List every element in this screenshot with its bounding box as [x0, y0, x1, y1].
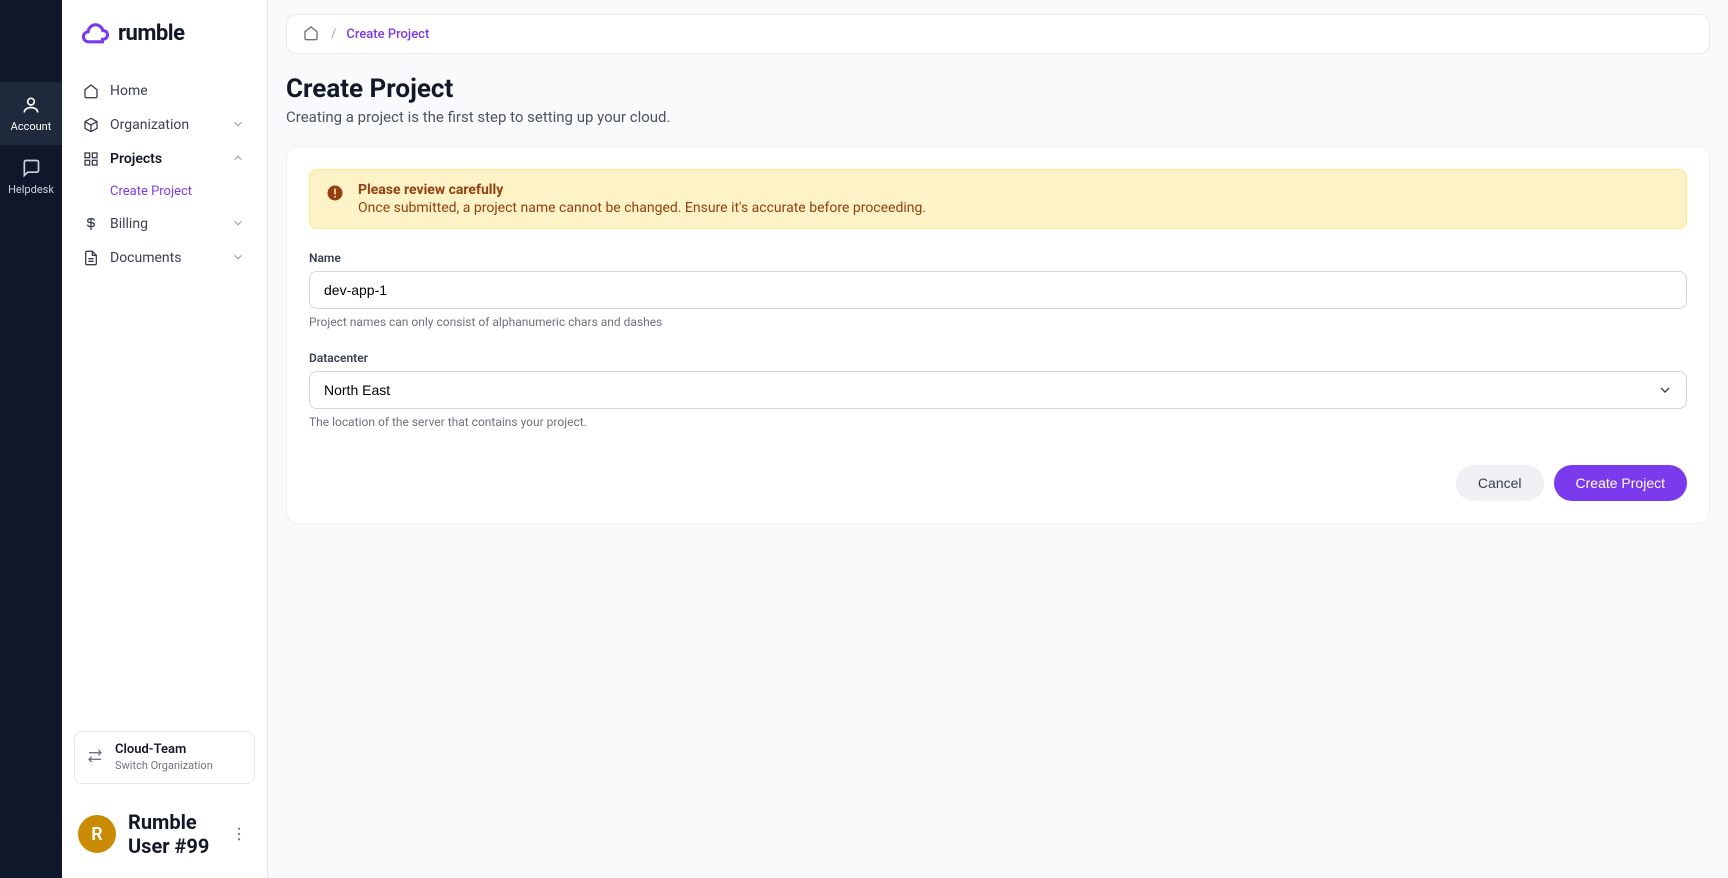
dots-vertical-icon — [230, 825, 248, 843]
alert-text: Once submitted, a project name cannot be… — [358, 200, 926, 216]
org-sub: Switch Organization — [115, 759, 213, 773]
user-name: Rumble User #99 — [128, 810, 215, 858]
breadcrumb-separator: / — [331, 27, 336, 42]
rail-item-helpdesk[interactable]: Helpdesk — [0, 145, 62, 208]
warning-alert: Please review carefully Once submitted, … — [309, 169, 1687, 229]
chevron-down-icon — [231, 117, 247, 133]
name-label: Name — [309, 251, 1687, 265]
breadcrumb-home[interactable] — [303, 25, 321, 43]
sidebar: rumble Home Organization Projects — [62, 0, 268, 878]
sidebar-item-label: Organization — [110, 117, 221, 133]
sidebar-item-label: Documents — [110, 250, 221, 266]
document-icon — [82, 249, 100, 267]
page-subtitle: Creating a project is the first step to … — [286, 108, 1710, 126]
alert-title: Please review carefully — [358, 182, 926, 198]
form-actions: Cancel Create Project — [309, 465, 1687, 501]
chevron-down-icon — [231, 250, 247, 266]
org-switcher-text: Cloud-Team Switch Organization — [115, 742, 213, 773]
sidebar-item-organization[interactable]: Organization — [74, 110, 255, 140]
cloud-icon — [80, 18, 110, 48]
chevron-down-icon — [231, 216, 247, 232]
home-icon — [303, 25, 319, 41]
rail-label-account: Account — [11, 120, 52, 133]
breadcrumb: / Create Project — [286, 14, 1710, 54]
rail-label-helpdesk: Helpdesk — [8, 183, 54, 196]
datacenter-label: Datacenter — [309, 351, 1687, 365]
avatar[interactable]: R — [78, 815, 116, 853]
sidebar-item-label: Home — [110, 83, 247, 99]
chevron-up-icon — [231, 151, 247, 167]
sidebar-spacer — [74, 273, 255, 731]
sidebar-item-projects[interactable]: Projects — [74, 144, 255, 174]
rail-item-account[interactable]: Account — [0, 82, 62, 145]
page-title: Create Project — [286, 74, 1710, 104]
breadcrumb-current[interactable]: Create Project — [346, 27, 429, 42]
form-group-datacenter: Datacenter North East The location of th… — [309, 351, 1687, 429]
app-rail: Account Helpdesk — [0, 0, 62, 878]
main-content: / Create Project Create Project Creating… — [268, 0, 1728, 878]
alert-body: Please review carefully Once submitted, … — [358, 182, 926, 216]
home-icon — [82, 82, 100, 100]
grid-icon — [82, 150, 100, 168]
datacenter-select-wrap: North East — [309, 371, 1687, 409]
brand-name: rumble — [118, 21, 185, 46]
datacenter-select[interactable]: North East — [309, 371, 1687, 409]
sidebar-item-label: Billing — [110, 216, 221, 232]
sidebar-sub-projects: Create Project — [74, 178, 255, 205]
user-row: R Rumble User #99 — [74, 800, 255, 878]
cube-icon — [82, 116, 100, 134]
brand-logo[interactable]: rumble — [74, 0, 255, 76]
org-name: Cloud-Team — [115, 742, 213, 759]
cancel-button[interactable]: Cancel — [1456, 465, 1544, 501]
form-card: Please review carefully Once submitted, … — [286, 146, 1710, 524]
datacenter-help: The location of the server that contains… — [309, 415, 1687, 429]
create-project-button[interactable]: Create Project — [1554, 465, 1687, 501]
form-group-name: Name Project names can only consist of a… — [309, 251, 1687, 329]
sidebar-item-documents[interactable]: Documents — [74, 243, 255, 273]
user-icon — [20, 94, 42, 116]
sidebar-item-label: Projects — [110, 151, 221, 167]
user-menu-button[interactable] — [227, 822, 251, 846]
org-switcher[interactable]: Cloud-Team Switch Organization — [74, 731, 255, 784]
sidebar-nav: Home Organization Projects Create Projec… — [74, 76, 255, 273]
sidebar-item-home[interactable]: Home — [74, 76, 255, 106]
name-help: Project names can only consist of alphan… — [309, 315, 1687, 329]
sidebar-item-billing[interactable]: Billing — [74, 209, 255, 239]
switch-icon — [87, 748, 105, 766]
name-input[interactable] — [309, 271, 1687, 309]
chat-icon — [20, 157, 42, 179]
warning-icon — [326, 184, 346, 204]
sidebar-subitem-create-project[interactable]: Create Project — [102, 178, 255, 205]
dollar-icon — [82, 215, 100, 233]
